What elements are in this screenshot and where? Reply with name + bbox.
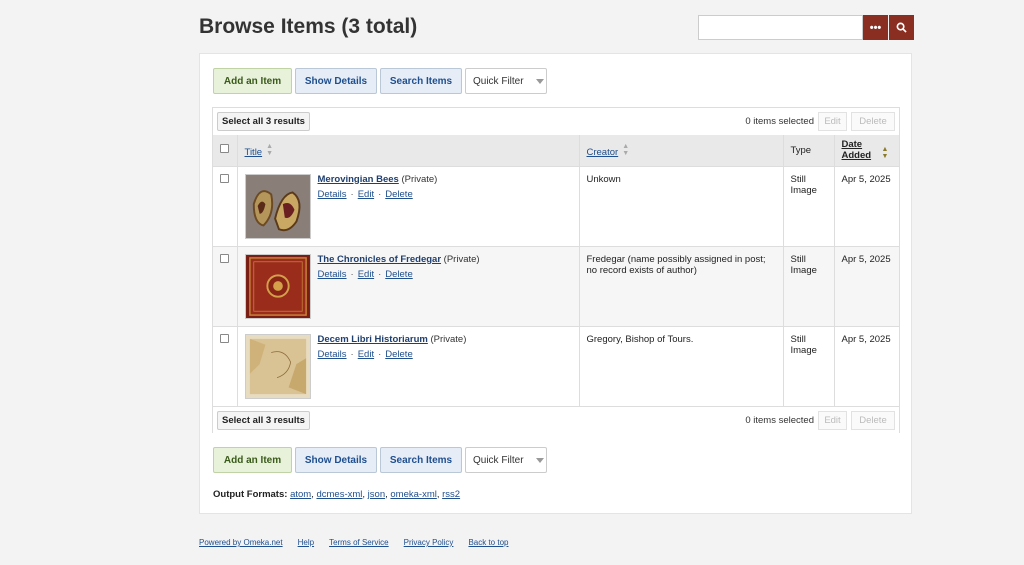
type-cell: Still Image (783, 245, 835, 326)
creator-cell: Gregory, Bishop of Tours. (579, 325, 784, 406)
footer-link-privacy[interactable]: Privacy Policy (404, 538, 454, 547)
batch-edit-button[interactable]: Edit (818, 112, 847, 131)
type-cell: Still Image (783, 165, 835, 246)
show-details-button[interactable]: Show Details (295, 68, 377, 94)
sort-creator-link[interactable]: Creator (587, 147, 619, 158)
header-title: Title▲ ▼ (237, 135, 580, 166)
table-row: Decem Libri Historiarum (Private) Detail… (213, 325, 899, 406)
items-table: Title▲ ▼ Creator▲ ▼ Type Date Added▲ ▼ M… (213, 135, 899, 406)
row-checkbox[interactable] (220, 173, 229, 183)
sort-icon: ▲ ▼ (622, 142, 630, 157)
select-all-checkbox[interactable] (220, 144, 229, 154)
details-link[interactable]: Details (318, 269, 347, 280)
item-thumbnail[interactable] (244, 333, 311, 399)
selection-bar-bottom: Select all 3 results 0 items selected Ed… (213, 406, 899, 433)
quick-filter-dropdown[interactable]: Quick Filter (465, 447, 547, 473)
sort-icon: ▲ ▼ (266, 142, 274, 157)
output-format-link[interactable]: atom (290, 489, 311, 500)
search-items-button[interactable]: Search Items (380, 447, 462, 473)
add-item-button[interactable]: Add an Item (213, 68, 292, 94)
date-added-cell: Apr 5, 2025 (834, 165, 899, 246)
date-added-cell: Apr 5, 2025 (834, 245, 899, 326)
chevron-down-icon (535, 78, 544, 84)
header-creator: Creator▲ ▼ (579, 135, 784, 166)
quick-filter-label: Quick Filter (473, 454, 524, 466)
type-cell: Still Image (783, 325, 835, 406)
selection-bar-top: Select all 3 results 0 items selected Ed… (213, 108, 899, 135)
selected-count: 0 items selected (745, 415, 814, 426)
output-formats-label: Output Formats: (213, 489, 288, 500)
output-formats: Output Formats: atom, dcmes-xml, json, o… (213, 489, 461, 500)
select-all-button[interactable]: Select all 3 results (217, 112, 310, 131)
output-format-link[interactable]: dcmes-xml (316, 489, 362, 500)
creator-cell: Fredegar (name possibly assigned in post… (579, 245, 784, 326)
add-item-button[interactable]: Add an Item (213, 447, 292, 473)
table-row: The Chronicles of Fredegar (Private) Det… (213, 245, 899, 326)
search-icon (896, 22, 907, 33)
items-table-box: Select all 3 results 0 items selected Ed… (212, 107, 900, 433)
search-options-button[interactable]: ••• (863, 15, 888, 40)
item-title-link[interactable]: Decem Libri Historiarum (318, 334, 428, 345)
header-date-added: Date Added▲ ▼ (834, 135, 899, 166)
footer-link-help[interactable]: Help (298, 538, 314, 547)
browse-panel: Add an Item Show Details Search Items Qu… (199, 53, 912, 514)
header-type: Type (783, 135, 835, 166)
row-checkbox[interactable] (220, 333, 229, 343)
details-link[interactable]: Details (318, 189, 347, 200)
delete-link[interactable]: Delete (385, 349, 412, 360)
sort-desc-icon: ▲ ▼ (881, 146, 889, 161)
select-all-button[interactable]: Select all 3 results (217, 411, 310, 430)
search-input[interactable] (698, 15, 863, 40)
footer: Powered by Omeka.net Help Terms of Servi… (199, 538, 523, 547)
quick-filter-label: Quick Filter (473, 75, 524, 87)
batch-delete-button[interactable]: Delete (851, 112, 895, 131)
sort-date-link[interactable]: Date Added (842, 139, 878, 161)
details-link[interactable]: Details (318, 349, 347, 360)
ellipsis-icon: ••• (869, 21, 882, 34)
item-title-link[interactable]: Merovingian Bees (318, 174, 399, 185)
footer-link-powered-by[interactable]: Powered by Omeka.net (199, 538, 283, 547)
search-items-button[interactable]: Search Items (380, 68, 462, 94)
delete-link[interactable]: Delete (385, 269, 412, 280)
output-format-link[interactable]: json (368, 489, 385, 500)
output-format-link[interactable]: omeka-xml (390, 489, 436, 500)
selected-count: 0 items selected (745, 116, 814, 127)
edit-link[interactable]: Edit (358, 349, 374, 360)
delete-link[interactable]: Delete (385, 189, 412, 200)
chevron-down-icon (535, 457, 544, 463)
batch-delete-button[interactable]: Delete (851, 411, 895, 430)
item-title-link[interactable]: The Chronicles of Fredegar (318, 254, 442, 265)
footer-link-back-to-top[interactable]: Back to top (468, 538, 508, 547)
batch-edit-button[interactable]: Edit (818, 411, 847, 430)
edit-link[interactable]: Edit (358, 189, 374, 200)
header-checkbox-cell (213, 135, 238, 166)
edit-link[interactable]: Edit (358, 269, 374, 280)
quick-filter-dropdown[interactable]: Quick Filter (465, 68, 547, 94)
page-title: Browse Items (3 total) (199, 15, 418, 38)
creator-cell: Unkown (579, 165, 784, 246)
output-format-link[interactable]: rss2 (442, 489, 460, 500)
item-thumbnail[interactable] (244, 173, 311, 239)
search-submit-button[interactable] (889, 15, 914, 40)
bottom-action-row: Add an Item Show Details Search Items Qu… (213, 447, 547, 473)
top-action-row: Add an Item Show Details Search Items Qu… (213, 68, 547, 94)
table-header-row: Title▲ ▼ Creator▲ ▼ Type Date Added▲ ▼ (213, 135, 899, 166)
footer-link-terms[interactable]: Terms of Service (329, 538, 389, 547)
show-details-button[interactable]: Show Details (295, 447, 377, 473)
table-row: Merovingian Bees (Private) Details · Edit ·… (213, 165, 899, 246)
row-checkbox[interactable] (220, 253, 229, 263)
item-thumbnail[interactable] (244, 253, 311, 319)
sort-title-link[interactable]: Title (245, 147, 263, 158)
date-added-cell: Apr 5, 2025 (834, 325, 899, 406)
search-bar: ••• (698, 15, 914, 40)
